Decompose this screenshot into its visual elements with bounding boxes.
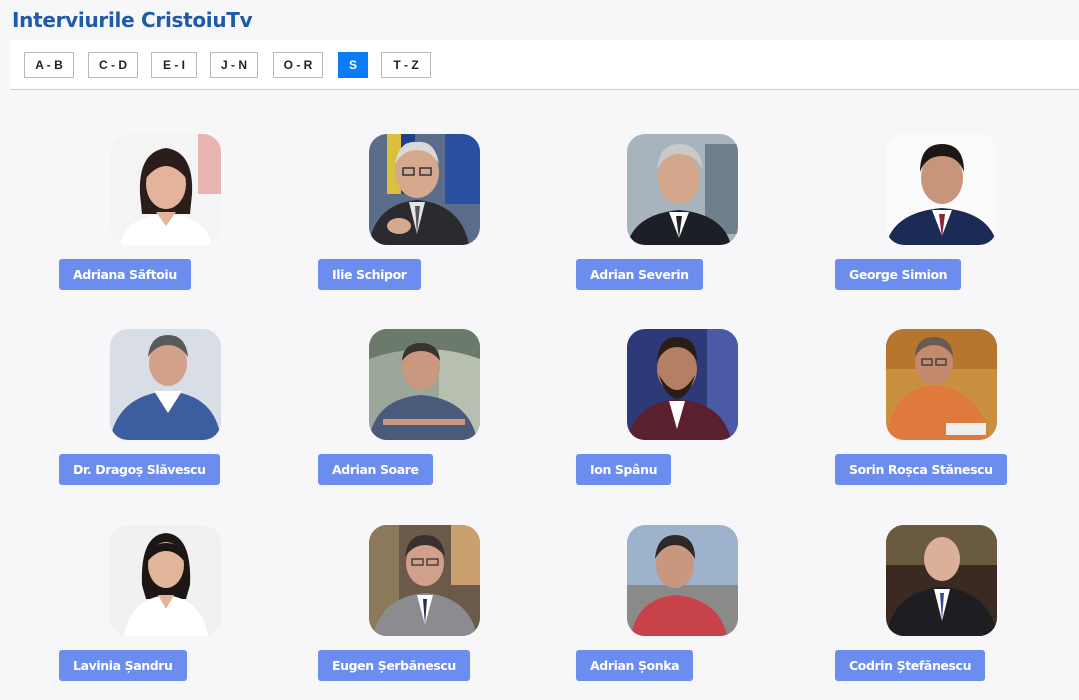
tab-a-b[interactable]: A - B [24,52,74,78]
interview-name-button[interactable]: Eugen Șerbănescu [318,650,470,681]
interview-card: Ion Spânu [576,329,806,489]
interview-card: George Simion [835,134,1065,294]
interview-name-button[interactable]: Adrian Șonka [576,650,694,681]
interview-card: Codrin Ștefănescu [835,525,1065,685]
tab-s[interactable]: S [338,52,368,78]
portrait-man-grey-suit[interactable] [369,525,480,636]
interview-name-button[interactable]: Codrin Ștefănescu [835,650,986,681]
tab-c-d[interactable]: C - D [88,52,138,78]
tab-t-z[interactable]: T - Z [381,52,431,78]
interview-card: Eugen Șerbănescu [318,525,548,685]
interview-card: Adrian Șonka [576,525,806,685]
portrait-older-man-glasses[interactable] [369,134,480,245]
interview-name-button[interactable]: Adriana Săftoiu [59,259,191,290]
interview-card: Ilie Schipor [318,134,548,294]
alphabet-tab-bar: A - B C - D E - I J - N O - R S T - Z [10,40,1079,90]
portrait-man-scrubs[interactable] [110,329,221,440]
interview-name-button[interactable]: Ilie Schipor [318,259,421,290]
portrait-man-checked-shirt[interactable] [369,329,480,440]
tab-e-i[interactable]: E - I [151,52,197,78]
portrait-man-orange-sweater[interactable] [886,329,997,440]
interview-name-button[interactable]: Dr. Dragoș Slăvescu [59,454,220,485]
tab-o-r[interactable]: O - R [273,52,323,78]
portrait-man-grey-hair[interactable] [627,134,738,245]
interview-name-button[interactable]: Adrian Soare [318,454,433,485]
portrait-woman-dark-hair[interactable] [110,134,221,245]
interview-card: Dr. Dragoș Slăvescu [59,329,289,489]
interview-card: Adrian Severin [576,134,806,294]
portrait-man-beard[interactable] [627,329,738,440]
interview-card: Lavinia Șandru [59,525,289,685]
interview-card: Sorin Roșca Stănescu [835,329,1065,489]
interview-name-button[interactable]: George Simion [835,259,962,290]
interview-name-button[interactable]: Sorin Roșca Stănescu [835,454,1007,485]
page-header: Interviurile CristoiuTv [0,0,1079,40]
portrait-man-red-shirt[interactable] [627,525,738,636]
tab-j-n[interactable]: J - N [210,52,258,78]
portrait-man-dark-hair-suit[interactable] [886,134,997,245]
interview-name-button[interactable]: Adrian Severin [576,259,703,290]
portrait-man-bald-suit[interactable] [886,525,997,636]
interview-card: Adrian Soare [318,329,548,489]
page-title: Interviurile CristoiuTv [12,8,253,32]
interview-name-button[interactable]: Ion Spânu [576,454,672,485]
interview-name-button[interactable]: Lavinia Șandru [59,650,187,681]
portrait-woman-white-shirt[interactable] [110,525,221,636]
interview-card: Adriana Săftoiu [59,134,289,294]
